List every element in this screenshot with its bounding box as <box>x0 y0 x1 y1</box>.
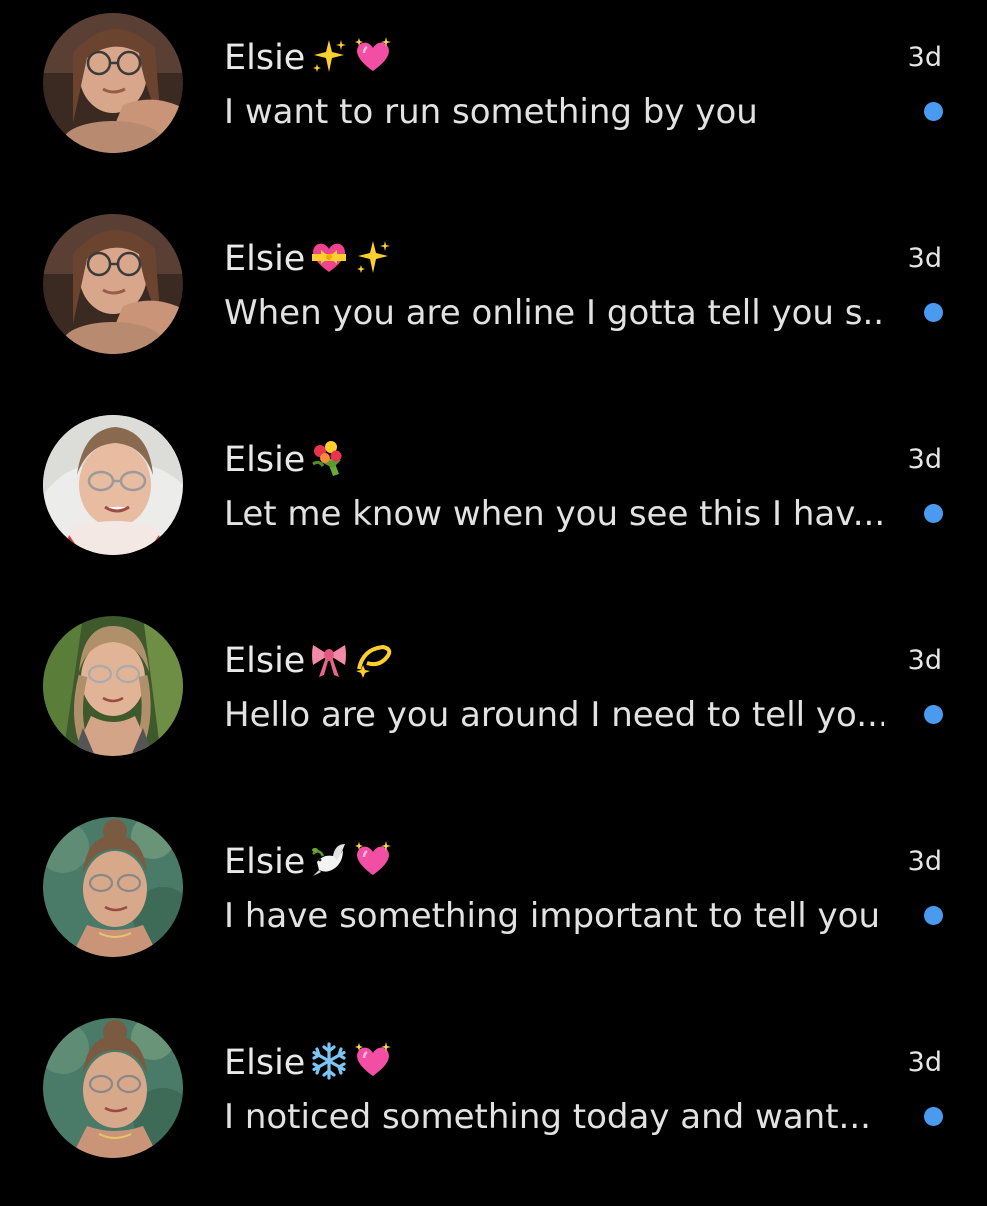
conversation-row[interactable]: Elsie I have something important to tell… <box>0 804 987 1005</box>
contact-name: Elsie <box>224 440 306 480</box>
timestamp: 3d <box>907 1047 942 1078</box>
heart-with-ribbon-icon <box>312 243 347 272</box>
message-preview: Let me know when you see this I hav... <box>224 494 884 534</box>
dizzy-icon <box>356 644 392 678</box>
unread-indicator <box>924 1107 943 1126</box>
contact-name: Elsie <box>224 38 306 78</box>
timestamp: 3d <box>907 645 942 676</box>
contact-name-line: Elsie <box>224 435 349 485</box>
conversation-list: Elsie I want to run something by you 3d <box>0 0 987 1200</box>
message-preview: I noticed something today and want... <box>224 1097 871 1137</box>
message-preview: I have something important to tell you <box>224 896 881 936</box>
contact-name: Elsie <box>224 1043 306 1083</box>
contact-name: Elsie <box>224 842 306 882</box>
avatar[interactable] <box>43 13 183 153</box>
conversation-row[interactable]: Elsie I noticed something today and want… <box>0 1005 987 1206</box>
contact-name-line: Elsie <box>224 837 393 887</box>
sparkling-heart-icon <box>355 841 392 875</box>
conversation-row[interactable]: Elsie Let me know when you see this I ha… <box>0 402 987 603</box>
contact-name: Elsie <box>224 239 306 279</box>
ribbon-bow-icon <box>312 645 347 677</box>
unread-indicator <box>924 705 943 724</box>
contact-name-line: Elsie <box>224 636 393 686</box>
contact-name-line: Elsie <box>224 234 393 284</box>
avatar[interactable] <box>43 214 183 354</box>
conversation-row[interactable]: Elsie I want to run something by you 3d <box>0 0 987 201</box>
timestamp: 3d <box>907 444 942 475</box>
sparkling-heart-icon <box>355 1042 392 1076</box>
avatar[interactable] <box>43 616 183 756</box>
contact-name: Elsie <box>224 641 306 681</box>
unread-indicator <box>924 504 943 523</box>
dove-icon <box>312 844 346 876</box>
sparkling-heart-icon <box>355 37 392 71</box>
snowflake-icon <box>312 1042 346 1080</box>
message-preview: When you are online I gotta tell you s..… <box>224 293 884 333</box>
contact-name-line: Elsie <box>224 1038 393 1088</box>
bouquet-icon <box>312 441 342 476</box>
sparkles-icon <box>313 40 347 72</box>
conversation-row[interactable]: Elsie Hello are you around I need to tel… <box>0 603 987 804</box>
message-preview: I want to run something by you <box>224 92 758 132</box>
timestamp: 3d <box>907 42 942 73</box>
timestamp: 3d <box>907 846 942 877</box>
unread-indicator <box>924 102 943 121</box>
unread-indicator <box>924 303 943 322</box>
avatar[interactable] <box>43 817 183 957</box>
avatar[interactable] <box>43 1018 183 1158</box>
unread-indicator <box>924 906 943 925</box>
message-preview: Hello are you around I need to tell yo..… <box>224 695 884 735</box>
sparkles-icon <box>357 241 391 273</box>
contact-name-line: Elsie <box>224 33 393 83</box>
timestamp: 3d <box>907 243 942 274</box>
avatar[interactable] <box>43 415 183 555</box>
conversation-row[interactable]: Elsie When you are online I gotta tell y… <box>0 201 987 402</box>
